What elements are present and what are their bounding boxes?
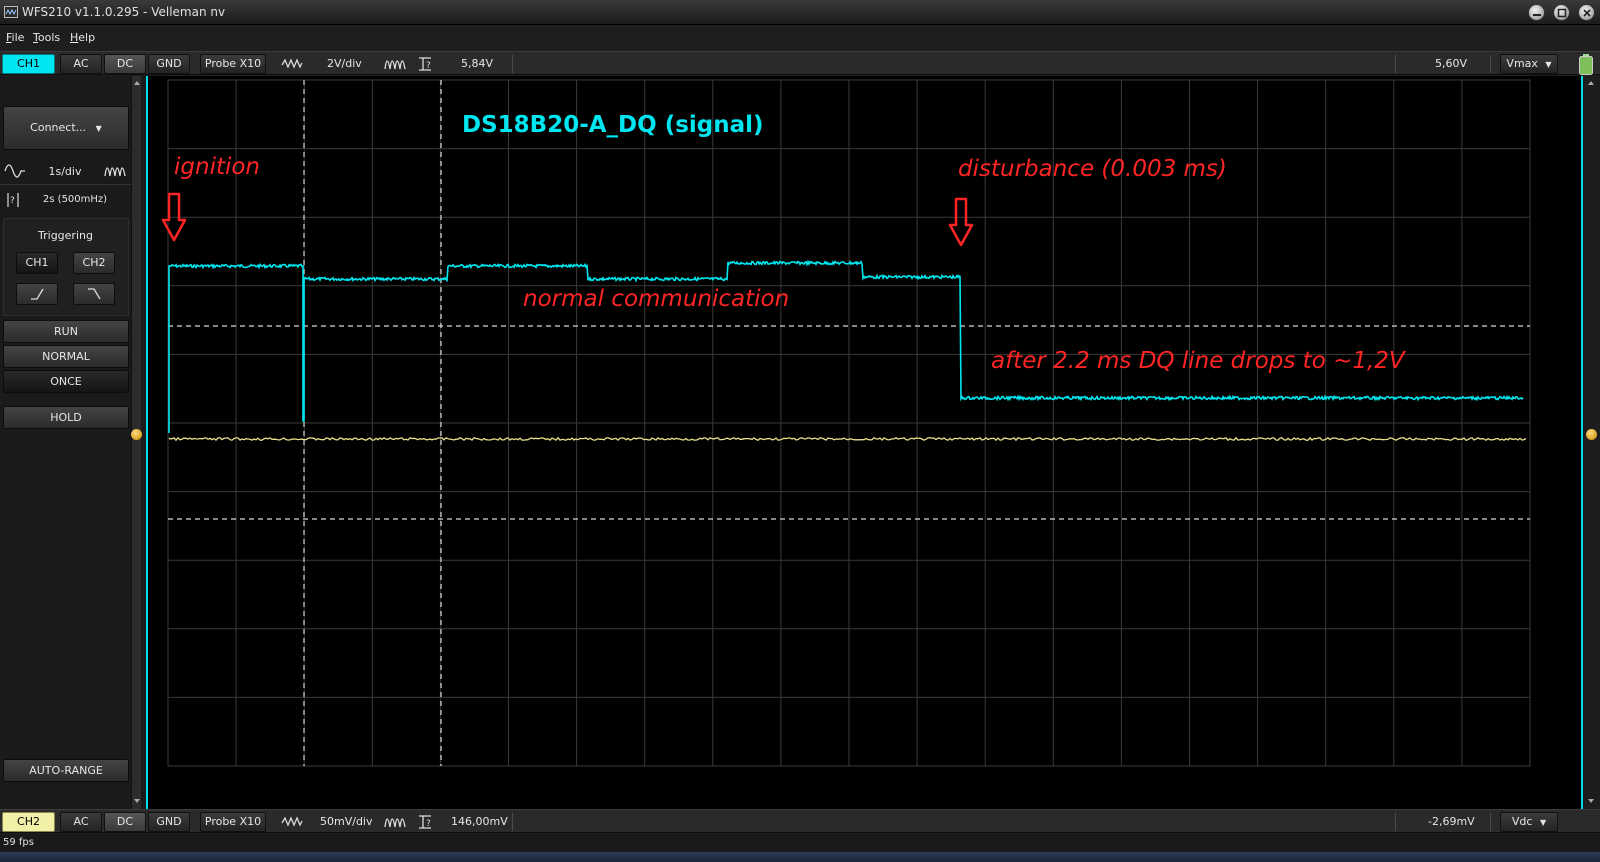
ch1-probe-button[interactable]: Probe X10 — [200, 54, 266, 74]
taskbar-strip — [0, 852, 1600, 862]
time-period: 2s (500mHz) — [42, 194, 108, 205]
plot-title: DS18B20-A_DQ (signal) — [462, 112, 764, 138]
scroll-up-icon[interactable] — [132, 78, 142, 88]
close-button[interactable] — [1578, 4, 1595, 21]
scope-grid — [167, 79, 1531, 767]
trigger-level-marker[interactable] — [1586, 429, 1597, 440]
ch2-volt-div: 50mV/div — [320, 815, 373, 828]
fps-counter: 59 fps — [3, 837, 34, 848]
left-control-panel: Connect... ▼ 1s/div ? 2s (500mHz) Trigge… — [0, 76, 146, 809]
menu-tools[interactable]: Tools — [33, 31, 60, 44]
rising-edge-icon — [31, 288, 44, 300]
connect-label: Connect... — [30, 121, 87, 134]
connect-button[interactable]: Connect... ▼ — [3, 106, 129, 150]
ch1-measure-value: 5,84V — [461, 57, 494, 70]
ch1-toolbar: CH1 AC DC GND Probe X10 2V/div ? 5,84V 5… — [0, 51, 1600, 75]
ch1-volt-div: 2V/div — [327, 57, 362, 70]
maximize-icon — [1557, 8, 1567, 18]
chevron-down-icon: ▼ — [1539, 818, 1547, 827]
left-scrollbar[interactable] — [131, 76, 142, 809]
close-icon — [1583, 9, 1591, 17]
chevron-down-icon: ▼ — [95, 124, 102, 133]
falling-edge-icon — [88, 288, 101, 300]
svg-text:?: ? — [426, 819, 431, 829]
ch2-probe-button[interactable]: Probe X10 — [200, 812, 266, 832]
scroll-up-icon[interactable] — [1586, 78, 1596, 88]
title-bar: WFS210 v1.1.0.295 - Velleman nv — [0, 0, 1600, 25]
svg-text:?: ? — [10, 196, 15, 206]
trigger-ch2-button[interactable]: CH2 — [73, 252, 115, 274]
run-button[interactable]: RUN — [3, 320, 129, 343]
annotation-normal-communication: normal communication — [523, 286, 790, 312]
ch2-volt-up-icon[interactable] — [384, 813, 406, 831]
ch1-measure-icon[interactable]: ? — [416, 55, 436, 73]
ch2-measure-icon[interactable]: ? — [416, 813, 436, 831]
minimize-button[interactable] — [1528, 4, 1545, 21]
triggering-label: Triggering — [38, 229, 93, 242]
disturbance-arrow-icon — [948, 197, 974, 247]
ch2-mode-select[interactable]: Vdc ▼ — [1500, 812, 1558, 832]
ch2-toolbar: CH2 AC DC GND Probe X10 50mV/div ? 146,0… — [0, 809, 1600, 833]
window-title: WFS210 v1.1.0.295 - Velleman nv — [22, 5, 226, 19]
time-measure-icon[interactable]: ? — [6, 191, 22, 209]
ch1-right-value: 5,60V — [1435, 57, 1468, 70]
ch1-mode-select[interactable]: Vmax ▼ — [1500, 54, 1558, 74]
waveform-plot — [161, 79, 1531, 767]
time-div: 1s/div — [48, 165, 82, 178]
ch2-measure-value: 146,00mV — [451, 815, 508, 828]
ch1-gnd-button[interactable]: GND — [148, 54, 190, 74]
scroll-down-icon[interactable] — [132, 796, 142, 806]
time-down-icon[interactable] — [4, 162, 26, 180]
svg-text:?: ? — [426, 61, 431, 71]
battery-icon — [1579, 54, 1593, 75]
hold-button[interactable]: HOLD — [3, 406, 129, 429]
menu-help[interactable]: Help — [70, 31, 95, 44]
ch1-mode-label: Vmax — [1506, 57, 1538, 70]
trigger-rising-button[interactable] — [16, 283, 58, 305]
once-button[interactable]: ONCE — [3, 370, 129, 393]
ch2-ac-button[interactable]: AC — [60, 812, 102, 832]
ch2-gnd-button[interactable]: GND — [148, 812, 190, 832]
ch2-right-value: -2,69mV — [1428, 815, 1475, 828]
scroll-down-icon[interactable] — [1586, 796, 1596, 806]
ch2-offset-marker[interactable] — [131, 429, 142, 440]
chevron-down-icon: ▼ — [1545, 60, 1552, 69]
time-up-icon[interactable] — [104, 162, 126, 180]
ch2-dc-button[interactable]: DC — [104, 812, 146, 832]
ch1-volt-up-icon[interactable] — [384, 55, 406, 73]
ch2-mode-label: Vdc — [1511, 815, 1533, 828]
right-scrollbar[interactable] — [1583, 76, 1600, 809]
minimize-icon — [1533, 14, 1541, 16]
scope-display[interactable]: DS18B20-A_DQ (signal) ignition disturban… — [146, 76, 1583, 809]
auto-range-button[interactable]: AUTO-RANGE — [3, 759, 129, 782]
annotation-ignition: ignition — [174, 154, 261, 180]
app-icon — [4, 6, 18, 18]
maximize-button[interactable] — [1553, 4, 1570, 21]
ch1-button[interactable]: CH1 — [2, 54, 55, 74]
menu-bar: File Tools Help — [0, 25, 1600, 50]
menu-file[interactable]: File — [6, 31, 24, 44]
ch2-button[interactable]: CH2 — [2, 812, 55, 832]
trigger-falling-button[interactable] — [73, 283, 115, 305]
normal-button[interactable]: NORMAL — [3, 345, 129, 368]
ch1-volt-down-icon[interactable] — [281, 55, 303, 73]
ch1-dc-button[interactable]: DC — [104, 54, 146, 74]
ch1-ac-button[interactable]: AC — [60, 54, 102, 74]
annotation-line-drop: after 2.2 ms DQ line drops to ~1,2V — [991, 348, 1405, 374]
ch2-volt-down-icon[interactable] — [281, 813, 303, 831]
annotation-disturbance: disturbance (0.003 ms) — [958, 156, 1227, 182]
trigger-ch1-button[interactable]: CH1 — [16, 252, 58, 274]
